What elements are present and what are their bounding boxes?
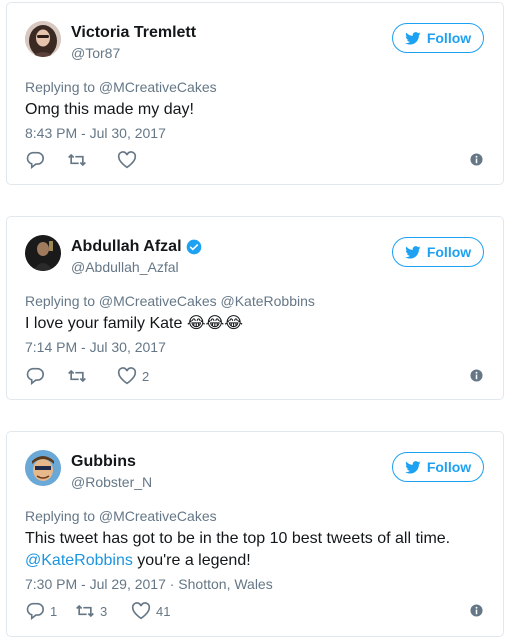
avatar[interactable] [25,235,61,271]
retweet-button[interactable]: 3 [75,602,107,620]
reply-icon [26,367,44,385]
twitter-bird-icon [405,31,421,45]
reply-icon [26,151,44,169]
retweet-icon [68,369,86,383]
retweet-button[interactable] [67,367,92,385]
twitter-bird-icon [405,245,421,259]
tweet-emoji: 😂😂😂 [186,315,243,332]
follow-label: Follow [426,459,472,475]
user-handle[interactable]: @Robster_N [71,474,152,490]
like-count: 2 [142,368,150,384]
reply-button[interactable]: 1 [25,602,57,620]
retweet-button[interactable] [67,151,92,169]
tweet-actions: 2 [25,367,485,387]
like-count: 41 [156,603,171,619]
follow-label: Follow [426,244,472,260]
display-name-text[interactable]: Abdullah Afzal [71,238,182,256]
tweet-timestamp[interactable]: 7:30 PM - Jul 29, 2017 · Shotton, Wales [25,576,273,592]
twitter-bird-icon [405,460,421,474]
like-button[interactable]: 2 [117,367,149,385]
tweet-actions [25,151,485,171]
tweet-text-line: you're a legend! [132,552,251,569]
avatar[interactable] [25,21,61,57]
tweet-card: Abdullah Afzal @Abdullah_Azfal Follow Re… [6,216,504,400]
tweet-text: Omg this made my day! [25,101,194,118]
tweet-info-button[interactable] [470,369,483,387]
display-name[interactable]: Victoria Tremlett [71,24,196,42]
retweet-icon [76,604,94,618]
heart-icon [117,151,137,169]
tweet-info-button[interactable] [470,604,483,622]
info-icon [470,153,483,166]
user-handle[interactable]: @Tor87 [71,45,120,61]
user-handle[interactable]: @Abdullah_Azfal [71,259,179,275]
like-button[interactable]: 41 [131,602,170,620]
replying-to[interactable]: Replying to @MCreativeCakes [25,508,217,524]
reply-count: 1 [50,603,58,619]
retweet-count: 3 [100,603,108,619]
tweet-actions: 1 3 41 [25,602,485,622]
tweet-timestamp[interactable]: 8:43 PM - Jul 30, 2017 [25,125,166,141]
replying-to[interactable]: Replying to @MCreativeCakes [25,79,217,95]
mention-link[interactable]: @KateRobbins [25,552,133,569]
reply-button[interactable] [25,367,50,385]
avatar[interactable] [25,450,61,486]
tweet-text-line: This tweet has got to be in the top 10 b… [25,530,451,547]
display-name-text[interactable]: Gubbins [71,453,136,471]
tweet-text: This tweet has got to be in the top 10 b… [25,528,475,572]
replying-to[interactable]: Replying to @MCreativeCakes @KateRobbins [25,293,315,309]
retweet-icon [68,153,86,167]
display-name-text[interactable]: Victoria Tremlett [71,24,196,42]
follow-label: Follow [426,30,472,46]
like-button[interactable] [117,151,142,169]
reply-icon [26,602,44,620]
tweet-card: Gubbins @Robster_N Follow Replying to @M… [6,431,504,637]
info-icon [470,369,483,382]
tweet-info-button[interactable] [470,153,483,171]
follow-button[interactable]: Follow [392,23,484,53]
info-icon [470,604,483,617]
heart-icon [117,367,137,385]
display-name[interactable]: Abdullah Afzal [71,238,202,256]
tweet-text-body: I love your family Kate [25,315,183,332]
tweet-card: Victoria Tremlett @Tor87 Follow Replying… [6,2,504,185]
follow-button[interactable]: Follow [392,237,484,267]
verified-badge-icon [186,239,201,255]
follow-button[interactable]: Follow [392,452,484,482]
tweet-timestamp[interactable]: 7:14 PM - Jul 30, 2017 [25,339,166,355]
reply-button[interactable] [25,151,50,169]
heart-icon [131,602,151,620]
display-name[interactable]: Gubbins [71,453,136,471]
tweet-text: I love your family Kate 😂😂😂 [25,313,475,335]
